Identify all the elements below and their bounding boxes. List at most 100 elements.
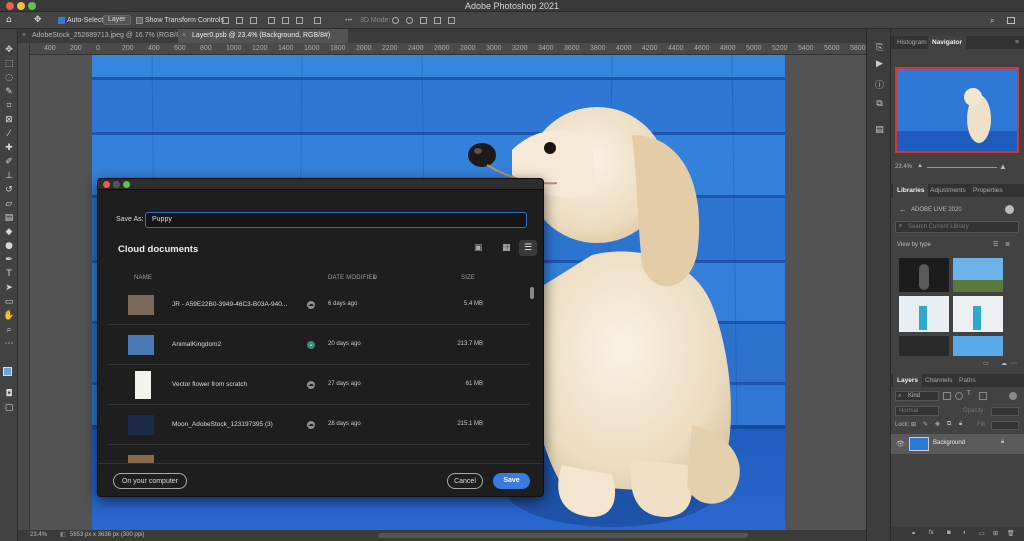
tab-histogram[interactable]: Histogram <box>893 36 931 49</box>
tab-properties[interactable]: Properties <box>969 184 1007 197</box>
file-row[interactable] <box>108 447 530 463</box>
zoom-out-icon[interactable]: ▲ <box>917 163 923 169</box>
align-left-icon[interactable] <box>222 17 229 24</box>
delete-layer-icon[interactable]: 🗑︎ <box>1007 530 1015 537</box>
file-row[interactable]: Vector flower from scratch ☁ 27 days ago… <box>108 367 530 405</box>
filter-pixel-icon[interactable] <box>943 392 951 400</box>
3d-slide-icon[interactable] <box>434 17 441 24</box>
file-row[interactable]: AnimalKingdom2 ⌄ 20 days ago 213.7 MB <box>108 327 530 365</box>
file-list-scrollbar[interactable] <box>530 287 534 299</box>
library-menu-icon[interactable]: ⋯ <box>1011 360 1017 367</box>
tab-libraries[interactable]: Libraries <box>893 184 929 197</box>
filename-input[interactable]: Puppy <box>145 212 527 228</box>
distribute-icon[interactable] <box>314 17 321 24</box>
layer-row-background[interactable]: 👁︎ Background 🔒︎ <box>891 434 1024 454</box>
home-icon[interactable]: ⌂ <box>6 16 12 25</box>
screen-mode-icon[interactable]: ▢ <box>3 403 15 414</box>
zoom-tool-icon[interactable]: ⌕ <box>3 325 15 336</box>
rectangle-tool-icon[interactable]: ▭ <box>3 297 15 308</box>
more-options-icon[interactable]: ••• <box>345 12 352 29</box>
quick-mask-icon[interactable]: ◘ <box>3 389 15 400</box>
quick-select-tool-icon[interactable]: ✎ <box>3 87 15 98</box>
list-view-icon[interactable]: ☰ <box>519 240 537 256</box>
brushes-icon[interactable]: ▤ <box>874 125 885 135</box>
on-your-computer-button[interactable]: On your computer <box>113 473 187 489</box>
library-asset[interactable] <box>953 258 1003 292</box>
align-top-icon[interactable] <box>268 17 275 24</box>
blend-mode-dropdown[interactable]: Normal <box>895 406 939 416</box>
lock-all-icon[interactable]: 🔒︎ <box>959 421 962 428</box>
clone-stamp-tool-icon[interactable]: ⊥ <box>3 171 15 182</box>
3d-roll-icon[interactable] <box>406 17 413 24</box>
link-layers-icon[interactable]: ⚭ <box>911 530 916 537</box>
lock-position-icon[interactable]: ✥ <box>935 421 940 428</box>
new-group-icon[interactable]: ▭ <box>979 530 985 537</box>
auto-select-dropdown[interactable]: Layer <box>103 15 131 25</box>
column-date-header[interactable]: DATE MODIFIED <box>328 275 377 281</box>
library-asset[interactable] <box>899 336 949 356</box>
tab-adjustments[interactable]: Adjustments <box>926 184 970 197</box>
adjustment-layer-icon[interactable]: ◐ <box>963 530 967 536</box>
frame-tool-icon[interactable]: ⊠ <box>3 115 15 126</box>
tab-channels[interactable]: Channels <box>921 374 956 387</box>
3d-orbit-icon[interactable] <box>392 17 399 24</box>
tab-paths[interactable]: Paths <box>955 374 980 387</box>
search-icon[interactable]: ⌕ <box>990 16 994 25</box>
lock-transparent-icon[interactable]: ⊞ <box>911 421 916 428</box>
crop-tool-icon[interactable]: ⌗ <box>3 101 15 112</box>
user-icon[interactable] <box>1005 205 1014 214</box>
history-brush-tool-icon[interactable]: ↺ <box>3 185 15 196</box>
layer-name[interactable]: Background <box>933 440 965 446</box>
align-center-icon[interactable] <box>236 17 243 24</box>
zoom-in-icon[interactable]: ▲ <box>999 162 1007 171</box>
cancel-button[interactable]: Cancel <box>447 473 483 489</box>
align-right-icon[interactable] <box>250 17 257 24</box>
grid-view-icon[interactable]: ▦ <box>502 243 511 253</box>
move-tool-icon[interactable]: ✥ <box>34 16 42 25</box>
info-icon[interactable]: ⓘ <box>874 81 885 91</box>
add-asset-icon[interactable]: ▭ <box>983 360 989 367</box>
actions-play-icon[interactable]: ▶ <box>874 59 885 69</box>
healing-brush-tool-icon[interactable]: ✚ <box>3 143 15 154</box>
tab-navigator[interactable]: Navigator <box>928 36 966 49</box>
align-bottom-icon[interactable] <box>296 17 303 24</box>
add-mask-icon[interactable]: ◙ <box>947 530 951 536</box>
gradient-tool-icon[interactable]: ▤ <box>3 213 15 224</box>
back-arrow-icon[interactable]: ← <box>899 206 907 214</box>
more-tools-icon[interactable]: ⋯ <box>3 339 15 350</box>
layer-filter-dropdown[interactable]: ⌕ Kind <box>895 391 939 401</box>
foreground-color-swatch[interactable] <box>3 367 12 376</box>
eraser-tool-icon[interactable]: ▱ <box>3 199 15 210</box>
path-selection-tool-icon[interactable]: ➤ <box>3 283 15 294</box>
zoom-level[interactable]: 23.4% <box>30 530 47 541</box>
fx-icon[interactable]: fx <box>929 530 934 536</box>
save-button[interactable]: Save <box>493 473 530 489</box>
file-row[interactable]: JR - A59E22B0-3949-46C3-B03A-940... ☁ 6 … <box>108 287 530 325</box>
status-arrow-icon[interactable]: ◧ <box>60 530 66 541</box>
fill-input[interactable] <box>991 421 1019 430</box>
tab-layer0[interactable]: × Layer0.psb @ 23.4% (Background, RGB/8#… <box>178 29 348 43</box>
workspace-icon[interactable] <box>1007 17 1015 24</box>
dialog-close-button[interactable] <box>103 181 110 188</box>
new-layer-icon[interactable]: ⊞ <box>993 530 998 537</box>
library-asset[interactable] <box>953 296 1003 332</box>
library-asset[interactable] <box>899 258 949 292</box>
blur-tool-icon[interactable]: ◆ <box>3 227 15 238</box>
filter-toggle[interactable] <box>1009 392 1017 400</box>
horizontal-scrollbar[interactable] <box>378 533 748 538</box>
auto-select-checkbox[interactable] <box>58 17 65 24</box>
library-asset[interactable] <box>953 336 1003 356</box>
transform-controls-checkbox[interactable] <box>136 17 143 24</box>
type-tool-icon[interactable]: T <box>3 269 15 280</box>
view-by-dropdown[interactable]: View by type <box>897 242 931 248</box>
sort-descending-icon[interactable]: ↓ <box>372 274 377 281</box>
dialog-zoom-button[interactable] <box>123 181 130 188</box>
column-name-header[interactable]: NAME <box>134 275 152 281</box>
marquee-tool-icon[interactable]: ⬚ <box>3 59 15 70</box>
column-size-header[interactable]: SIZE <box>461 275 475 281</box>
navigator-zoom[interactable]: 23.4% <box>895 164 912 170</box>
3d-pan-icon[interactable] <box>420 17 427 24</box>
panel-menu-icon[interactable]: ≡ <box>1015 36 1019 49</box>
align-middle-icon[interactable] <box>282 17 289 24</box>
library-asset[interactable] <box>899 296 949 332</box>
